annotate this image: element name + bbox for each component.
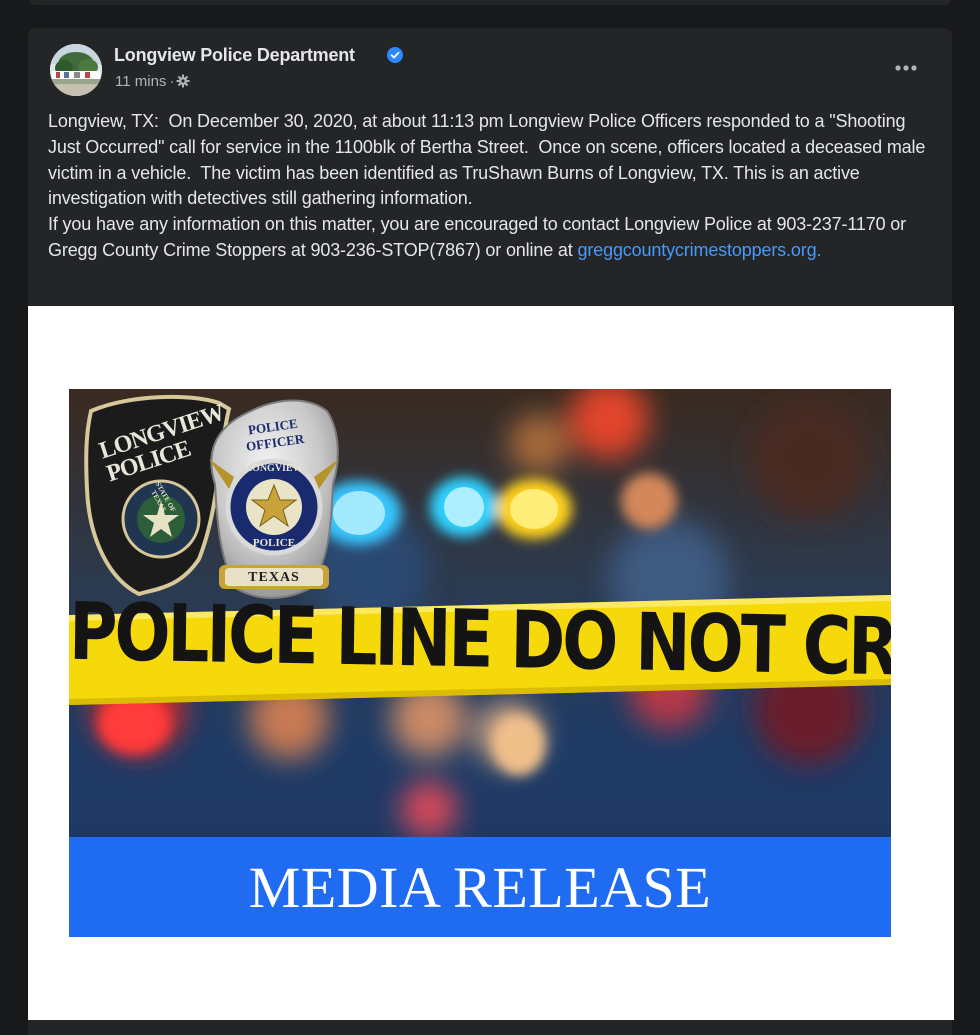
crimestoppers-link[interactable]: greggcountycrimestoppers.org. [578,240,822,260]
badge-ring-top-text: LONGVIEW [245,463,303,474]
badge-ring-bottom-text: POLICE [252,537,296,549]
post-meta: 11 mins · [115,73,190,90]
meta-separator: · [169,73,175,90]
post-text: Longview, TX: On December 30, 2020, at a… [48,109,942,264]
post-paragraph-1: Longview, TX: On December 30, 2020, at a… [48,111,931,209]
page-name-link[interactable]: Longview Police Department [114,45,355,66]
verified-badge-icon [387,47,403,63]
page-avatar[interactable] [50,44,102,96]
police-tape-text: POLICE LINE DO NOT CROSS [69,585,891,697]
previous-post-card [28,0,952,5]
gear-icon[interactable] [176,74,190,88]
post-image-container[interactable]: LONGVIEW POLICE STATE OF TEXAS POLICE OF… [28,306,954,1020]
post-timestamp[interactable]: 11 mins [115,73,166,90]
media-release-banner: MEDIA RELEASE [69,837,891,937]
more-options-icon [895,65,917,71]
media-release-graphic: LONGVIEW POLICE STATE OF TEXAS POLICE OF… [69,389,891,937]
badge-bottom-text: TEXAS [248,570,300,585]
post-card: Longview Police Department 11 mins · Lon… [28,28,954,1035]
more-options-button[interactable] [886,52,926,84]
post-paragraph-2: If you have any information on this matt… [48,212,942,264]
